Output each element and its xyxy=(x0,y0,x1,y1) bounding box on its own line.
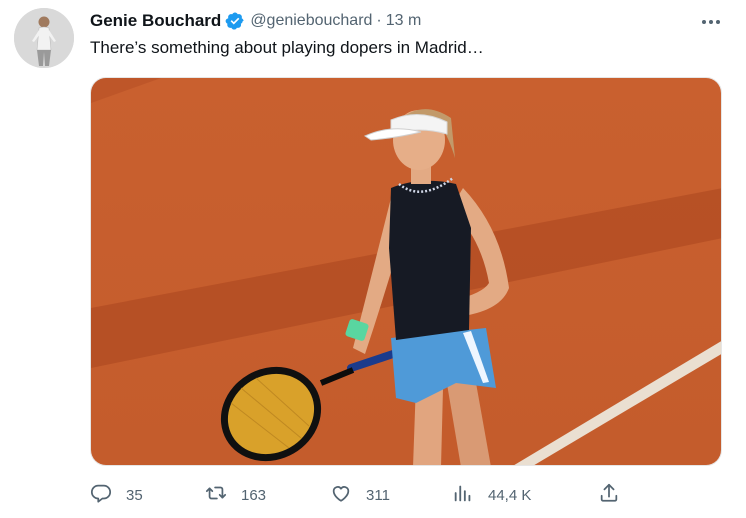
share-icon xyxy=(598,482,620,508)
share-button[interactable] xyxy=(598,482,620,508)
tweet[interactable]: Genie Bouchard @geniebouchard · 13 m The… xyxy=(0,0,746,518)
reply-button[interactable]: 35 xyxy=(90,482,143,508)
retweet-icon xyxy=(205,482,227,508)
tweet-header: Genie Bouchard @geniebouchard · 13 m xyxy=(90,10,421,32)
heart-icon xyxy=(330,482,352,508)
views-count: 44,4 K xyxy=(488,486,532,504)
views-icon xyxy=(452,482,474,508)
retweet-button[interactable]: 163 xyxy=(205,482,266,508)
more-options-button[interactable] xyxy=(700,12,722,30)
retweet-count: 163 xyxy=(241,486,267,504)
tweet-text: There’s something about playing dopers i… xyxy=(90,38,484,57)
more-horizontal-icon xyxy=(701,12,721,30)
avatar[interactable] xyxy=(14,8,74,68)
views-button[interactable]: 44,4 K xyxy=(452,482,531,508)
timestamp[interactable]: 13 m xyxy=(386,12,422,30)
like-count: 311 xyxy=(366,486,390,504)
display-name[interactable]: Genie Bouchard xyxy=(90,11,221,31)
handle[interactable]: @geniebouchard xyxy=(250,12,372,30)
like-button[interactable]: 311 xyxy=(330,482,390,508)
reply-icon xyxy=(90,482,112,508)
tennis-player-photo xyxy=(91,78,721,465)
tweet-image[interactable] xyxy=(90,77,722,466)
tweet-actions: 35 163 311 44,4 K xyxy=(90,482,722,508)
reply-count: 35 xyxy=(126,486,143,504)
verified-badge-icon[interactable] xyxy=(225,11,245,31)
separator-dot: · xyxy=(376,12,382,29)
